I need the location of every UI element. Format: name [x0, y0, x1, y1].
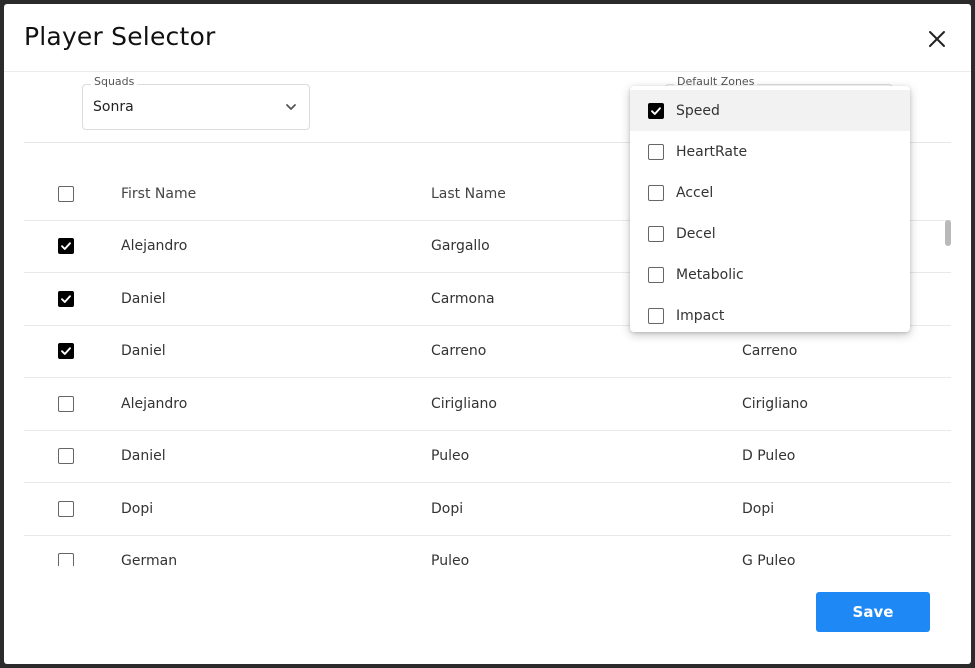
last-name-cell: Puleo — [431, 553, 470, 566]
last-name-cell: Carmona — [431, 290, 495, 307]
player-selector-dialog: Player Selector Squads Sonra Default Zon… — [4, 4, 971, 664]
dialog-header: Player Selector — [4, 4, 971, 72]
check-icon — [651, 107, 661, 115]
table-row[interactable]: German Puleo G Puleo — [24, 535, 951, 566]
zone-option-label: Metabolic — [676, 266, 744, 283]
last-name-cell: Puleo — [431, 448, 470, 464]
first-name-cell: Daniel — [121, 448, 166, 464]
check-icon — [61, 347, 71, 355]
zone-option-heartrate[interactable]: HeartRate — [630, 131, 910, 172]
first-name-cell: Daniel — [121, 290, 166, 307]
row-check-cell — [58, 483, 78, 535]
first-name-cell: German — [121, 553, 178, 566]
chevron-down-icon — [286, 104, 296, 110]
zone-option-speed[interactable]: Speed — [630, 90, 910, 131]
zone-checkbox[interactable] — [648, 144, 664, 160]
display-name-cell: Carreno — [742, 343, 798, 359]
zone-option-label: Impact — [676, 307, 725, 324]
last-name-cell: Cirigliano — [431, 395, 497, 412]
row-check-cell — [58, 273, 78, 325]
first-name-cell: Dopi — [121, 500, 154, 517]
zone-option-decel[interactable]: Decel — [630, 213, 910, 254]
close-button[interactable] — [922, 24, 952, 54]
zone-option-metabolic[interactable]: Metabolic — [630, 254, 910, 295]
row-checkbox[interactable] — [58, 343, 74, 359]
check-icon — [61, 294, 71, 303]
table-row[interactable]: Dopi Dopi Dopi — [24, 483, 951, 536]
zone-option-accel[interactable]: Accel — [630, 172, 910, 213]
zone-checkbox[interactable] — [648, 185, 664, 201]
display-name-cell: D Puleo — [742, 448, 796, 464]
display-name-cell: G Puleo — [742, 553, 796, 566]
row-checkbox[interactable] — [58, 395, 74, 412]
close-icon — [929, 31, 945, 47]
display-name-cell: Dopi — [742, 500, 775, 517]
display-name-cell: Cirigliano — [742, 395, 808, 412]
first-name-cell: Alejandro — [121, 238, 188, 254]
save-button[interactable]: Save — [816, 592, 930, 632]
zone-option-label: Speed — [676, 102, 720, 119]
select-all-checkbox[interactable] — [58, 186, 74, 202]
select-all-cell — [58, 168, 78, 220]
row-checkbox[interactable] — [58, 290, 74, 307]
row-check-cell — [58, 325, 78, 377]
zone-option-label: HeartRate — [676, 143, 748, 160]
table-row[interactable]: Alejandro Cirigliano Cirigliano — [24, 378, 951, 431]
zone-option-label: Accel — [676, 184, 714, 201]
zone-checkbox[interactable] — [648, 226, 664, 242]
row-check-cell — [58, 430, 78, 482]
check-icon — [61, 242, 71, 250]
default-zones-menu: Speed HeartRate Accel Decel Metabolic Impact — [630, 86, 910, 332]
last-name-cell: Gargallo — [431, 238, 490, 254]
row-check-cell — [58, 535, 78, 566]
zone-checkbox[interactable] — [648, 103, 664, 119]
header-last-name[interactable]: Last Name — [431, 168, 506, 220]
zone-option-impact[interactable]: Impact — [630, 295, 910, 332]
row-checkbox[interactable] — [58, 448, 74, 464]
row-checkbox[interactable] — [58, 553, 74, 566]
table-scrollbar[interactable] — [945, 220, 951, 246]
table-row[interactable]: Daniel Puleo D Puleo — [24, 430, 951, 483]
first-name-cell: Alejandro — [121, 395, 188, 412]
row-checkbox[interactable] — [58, 238, 74, 254]
last-name-cell: Carreno — [431, 343, 487, 359]
header-first-name[interactable]: First Name — [121, 168, 196, 220]
last-name-cell: Dopi — [431, 500, 464, 517]
zone-checkbox[interactable] — [648, 308, 664, 324]
row-checkbox[interactable] — [58, 500, 74, 517]
squads-value: Sonra — [93, 99, 134, 115]
table-row[interactable]: Daniel Carreno Carreno — [24, 325, 951, 378]
first-name-cell: Daniel — [121, 343, 166, 359]
zone-option-label: Decel — [676, 225, 716, 242]
dialog-title: Player Selector — [24, 22, 216, 51]
squads-label: Squads — [91, 75, 138, 88]
zone-checkbox[interactable] — [648, 267, 664, 283]
row-check-cell — [58, 378, 78, 430]
squads-select[interactable]: Squads Sonra — [82, 75, 310, 130]
row-check-cell — [58, 220, 78, 272]
